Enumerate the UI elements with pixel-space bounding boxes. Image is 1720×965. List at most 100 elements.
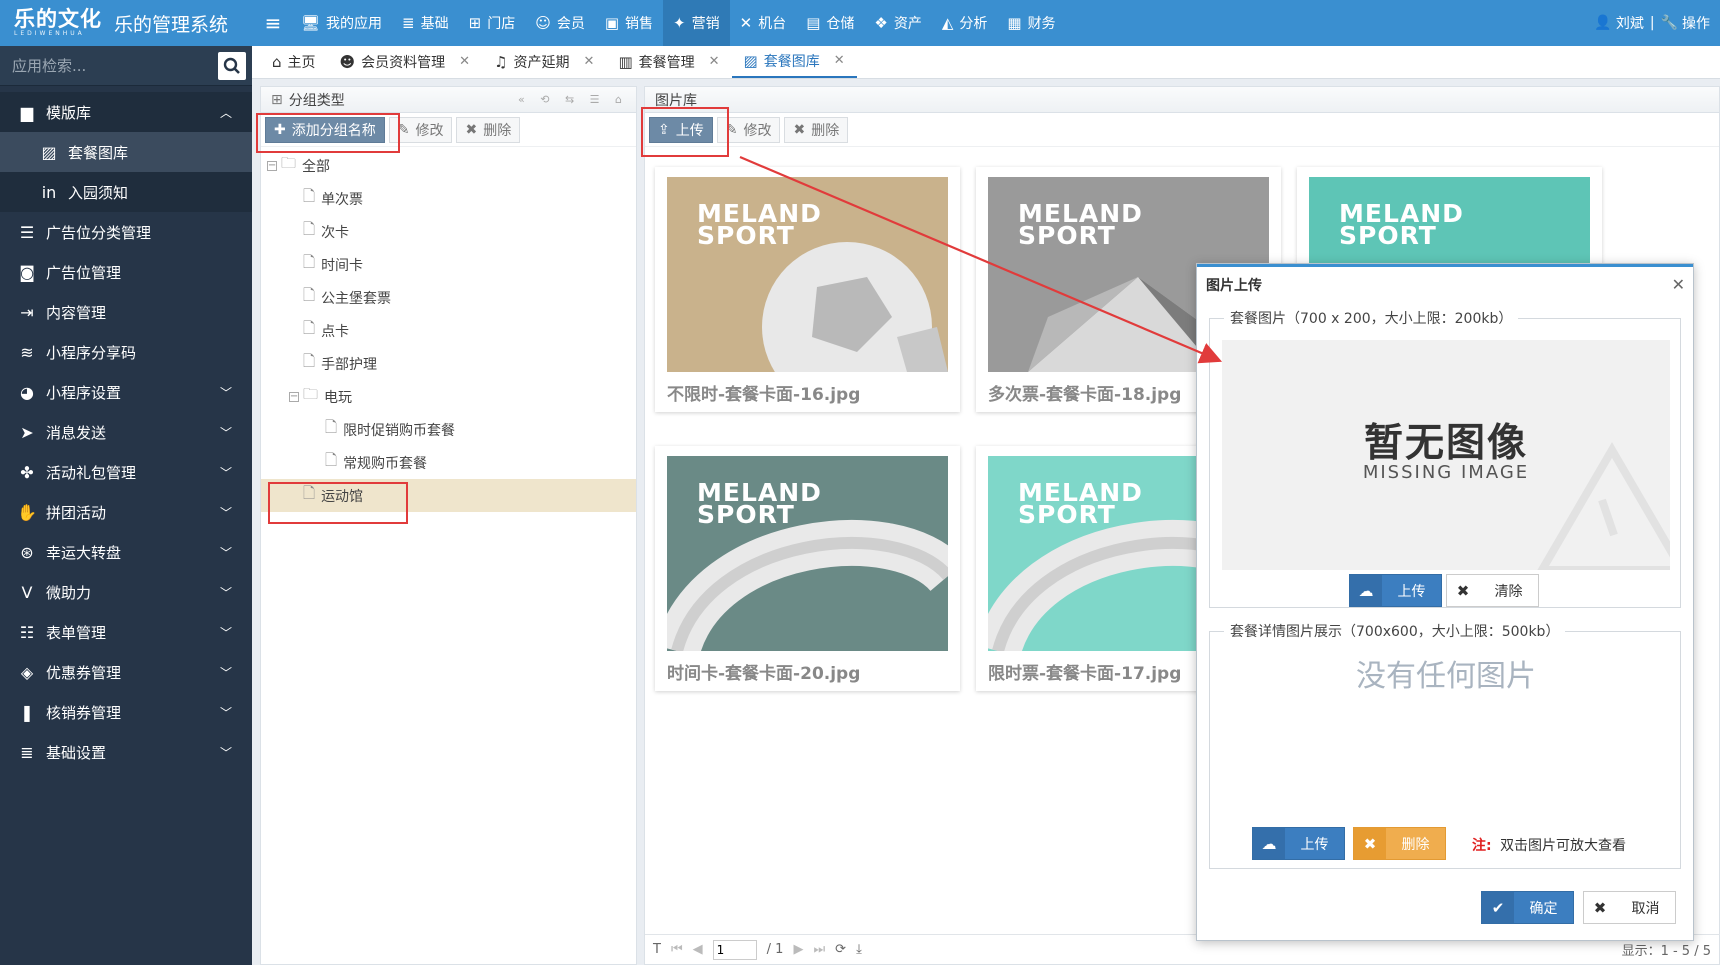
tree-node-10[interactable]: 🗋 运动馆 bbox=[261, 479, 636, 512]
image-thumbnail[interactable]: MELAND SPORT bbox=[667, 456, 948, 651]
image-thumbnail[interactable]: MELAND SPORT bbox=[667, 177, 948, 372]
chevron-down-icon: ﹀ bbox=[219, 625, 232, 640]
tab-3[interactable]: ▥ 套餐管理 ✕ bbox=[606, 45, 731, 78]
upload-detail-image-button[interactable]: ☁ 上传 bbox=[1252, 827, 1345, 860]
tab-close-icon[interactable]: ✕ bbox=[709, 54, 720, 69]
sidebar-item-5[interactable]: ⇥ 内容管理 bbox=[0, 292, 252, 332]
sidebar-item-label: 入园须知 bbox=[68, 183, 129, 202]
sidebar-item-9[interactable]: ✤ 活动礼包管理 ﹀ bbox=[0, 452, 252, 492]
confirm-button[interactable]: ✔ 确定 bbox=[1481, 891, 1574, 924]
sidebar-item-4[interactable]: ◙ 广告位管理 bbox=[0, 252, 252, 292]
topnav-item-1[interactable]: ≣ 基础 bbox=[392, 0, 459, 46]
sidebar-item-10[interactable]: ✋ 拼团活动 ﹀ bbox=[0, 492, 252, 532]
sidebar-item-15[interactable]: ❚ 核销券管理 ﹀ bbox=[0, 692, 252, 732]
tree-node-label: 手部护理 bbox=[321, 356, 378, 373]
tree-node-0[interactable]: − 🗀 全部 bbox=[261, 149, 636, 182]
last-page-icon[interactable]: ⏭ bbox=[813, 942, 825, 957]
sidebar-item-label: 表单管理 bbox=[46, 623, 107, 642]
app-search-input[interactable] bbox=[12, 56, 218, 75]
tree-toggle-icon[interactable]: − bbox=[289, 391, 299, 402]
tab-2[interactable]: ♫ 资产延期 ✕ bbox=[482, 45, 606, 78]
prev-page-icon[interactable]: ◀ bbox=[693, 942, 703, 957]
tree-node-label: 公主堡套票 bbox=[321, 290, 392, 307]
text-icon[interactable]: T bbox=[653, 942, 661, 957]
sidebar-item-13[interactable]: ☷ 表单管理 ﹀ bbox=[0, 612, 252, 652]
topnav-item-6[interactable]: ✕ 机台 bbox=[730, 0, 797, 46]
tab-0[interactable]: ⌂ 主页 bbox=[260, 45, 328, 78]
topnav-item-3[interactable]: ☺ 会员 bbox=[525, 0, 595, 46]
edit-group-button[interactable]: ✎ 修改 bbox=[388, 116, 453, 143]
tab-1[interactable]: ☻ 会员资料管理 ✕ bbox=[328, 45, 483, 78]
upload-package-image-button[interactable]: ☁ 上传 bbox=[1349, 574, 1442, 607]
sidebar-item-label: 拼团活动 bbox=[46, 503, 107, 522]
tree-node-7[interactable]: − 🗀 电玩 bbox=[261, 380, 636, 413]
chevron-down-icon: ﹀ bbox=[219, 545, 232, 560]
panel-tools-icon[interactable]: « ⟲ ⇆ ☰ ⌂ bbox=[518, 93, 628, 106]
topnav-item-8[interactable]: ❖ 资产 bbox=[864, 0, 931, 46]
topnav-item-2[interactable]: ⊞ 门店 bbox=[459, 0, 526, 46]
tab-close-icon[interactable]: ✕ bbox=[834, 53, 845, 68]
joomla-icon: ✕ bbox=[739, 14, 753, 32]
tree-node-1[interactable]: 🗋 单次票 bbox=[261, 182, 636, 215]
image-card-3[interactable]: MELAND SPORT 时间卡-套餐卡面-20.jpg bbox=[655, 446, 960, 691]
delete-group-button[interactable]: ✖ 删除 bbox=[456, 116, 521, 143]
clear-button[interactable]: ✖ 清除 bbox=[1446, 574, 1539, 607]
sidebar-item-11[interactable]: ⊛ 幸运大转盘 ﹀ bbox=[0, 532, 252, 572]
missing-image-en: MISSING IMAGE bbox=[1362, 462, 1530, 483]
tree-node-3[interactable]: 🗋 时间卡 bbox=[261, 248, 636, 281]
topnav-item-9[interactable]: ◭ 分析 bbox=[932, 0, 998, 46]
missing-image-placeholder[interactable]: 暂无图像 MISSING IMAGE bbox=[1222, 340, 1670, 570]
download-icon[interactable]: ⤓ bbox=[856, 942, 862, 957]
tab-close-icon[interactable]: ✕ bbox=[459, 54, 470, 69]
delete-image-button[interactable]: ✖ 删除 bbox=[784, 116, 849, 143]
dialog-close-icon[interactable]: ✕ bbox=[1672, 275, 1685, 294]
edit-image-button[interactable]: ✎ 修改 bbox=[716, 116, 781, 143]
menu-toggle-icon[interactable]: ≡ bbox=[255, 11, 291, 35]
check-icon: ✔ bbox=[1482, 892, 1514, 923]
sidebar-item-16[interactable]: ≣ 基础设置 ﹀ bbox=[0, 732, 252, 772]
sidebar-item-14[interactable]: ◈ 优惠券管理 ﹀ bbox=[0, 652, 252, 692]
sidebar-item-label: 基础设置 bbox=[46, 743, 107, 762]
tree-toggle-icon[interactable]: − bbox=[267, 160, 277, 171]
next-page-icon[interactable]: ▶ bbox=[793, 942, 803, 957]
user-area[interactable]: 👤 刘斌 | 🔧 操作 bbox=[1594, 0, 1710, 46]
user-name[interactable]: 刘斌 bbox=[1616, 13, 1644, 33]
tree-node-5[interactable]: 🗋 点卡 bbox=[261, 314, 636, 347]
page-input[interactable] bbox=[712, 939, 757, 960]
image-card-0[interactable]: MELAND SPORT 不限时-套餐卡面-16.jpg bbox=[655, 167, 960, 412]
group-panel-title: 分组类型 bbox=[288, 92, 345, 109]
tab-4[interactable]: ▨ 套餐图库 ✕ bbox=[731, 45, 857, 78]
add-group-button[interactable]: ✚ 添加分组名称 bbox=[265, 116, 385, 143]
tab-close-icon[interactable]: ✕ bbox=[584, 54, 595, 69]
upload-image-button[interactable]: ⇪ 上传 bbox=[649, 116, 713, 143]
first-page-icon[interactable]: ⏮ bbox=[671, 942, 683, 957]
sidebar-item-6[interactable]: ≋ 小程序分享码 bbox=[0, 332, 252, 372]
tree-node-8[interactable]: 🗋 限时促销购币套餐 bbox=[261, 413, 636, 446]
operations-menu[interactable]: 操作 bbox=[1682, 13, 1710, 33]
tree-node-9[interactable]: 🗋 常规购币套餐 bbox=[261, 446, 636, 479]
search-icon[interactable] bbox=[218, 51, 246, 80]
sidebar-item-8[interactable]: ➤ 消息发送 ﹀ bbox=[0, 412, 252, 452]
sidebar-item-7[interactable]: ◕ 小程序设置 ﹀ bbox=[0, 372, 252, 412]
chevron-down-icon: ﹀ bbox=[219, 385, 232, 400]
sidebar-item-0[interactable]: ▆ 模版库 ︿ bbox=[0, 92, 252, 132]
tree-node-label: 单次票 bbox=[321, 191, 364, 208]
delete-detail-image-button[interactable]: ✖ 删除 bbox=[1353, 827, 1446, 860]
users-icon: ☻ bbox=[339, 52, 356, 71]
cancel-button[interactable]: ✖ 取消 bbox=[1583, 891, 1676, 924]
topnav-label: 仓储 bbox=[826, 16, 855, 32]
sidebar-item-3[interactable]: ☰ 广告位分类管理 bbox=[0, 212, 252, 252]
tree-node-2[interactable]: 🗋 次卡 bbox=[261, 215, 636, 248]
topnav-item-5[interactable]: ✦ 营销 bbox=[663, 0, 730, 46]
tree-node-4[interactable]: 🗋 公主堡套票 bbox=[261, 281, 636, 314]
topnav-item-4[interactable]: ▣ 销售 bbox=[595, 0, 663, 46]
sidebar-item-2[interactable]: in 入园须知 bbox=[0, 172, 252, 212]
topnav-item-0[interactable]: 🖥 我的应用 bbox=[291, 0, 392, 46]
sidebar-item-1[interactable]: ▨ 套餐图库 bbox=[0, 132, 252, 172]
sidebar-item-12[interactable]: V 微助力 ﹀ bbox=[0, 572, 252, 612]
topnav-label: 基础 bbox=[420, 16, 449, 32]
topnav-item-7[interactable]: ▤ 仓储 bbox=[796, 0, 864, 46]
tree-node-6[interactable]: 🗋 手部护理 bbox=[261, 347, 636, 380]
refresh-icon[interactable]: ⟳ bbox=[835, 942, 846, 957]
topnav-item-10[interactable]: ▦ 财务 bbox=[997, 0, 1065, 46]
